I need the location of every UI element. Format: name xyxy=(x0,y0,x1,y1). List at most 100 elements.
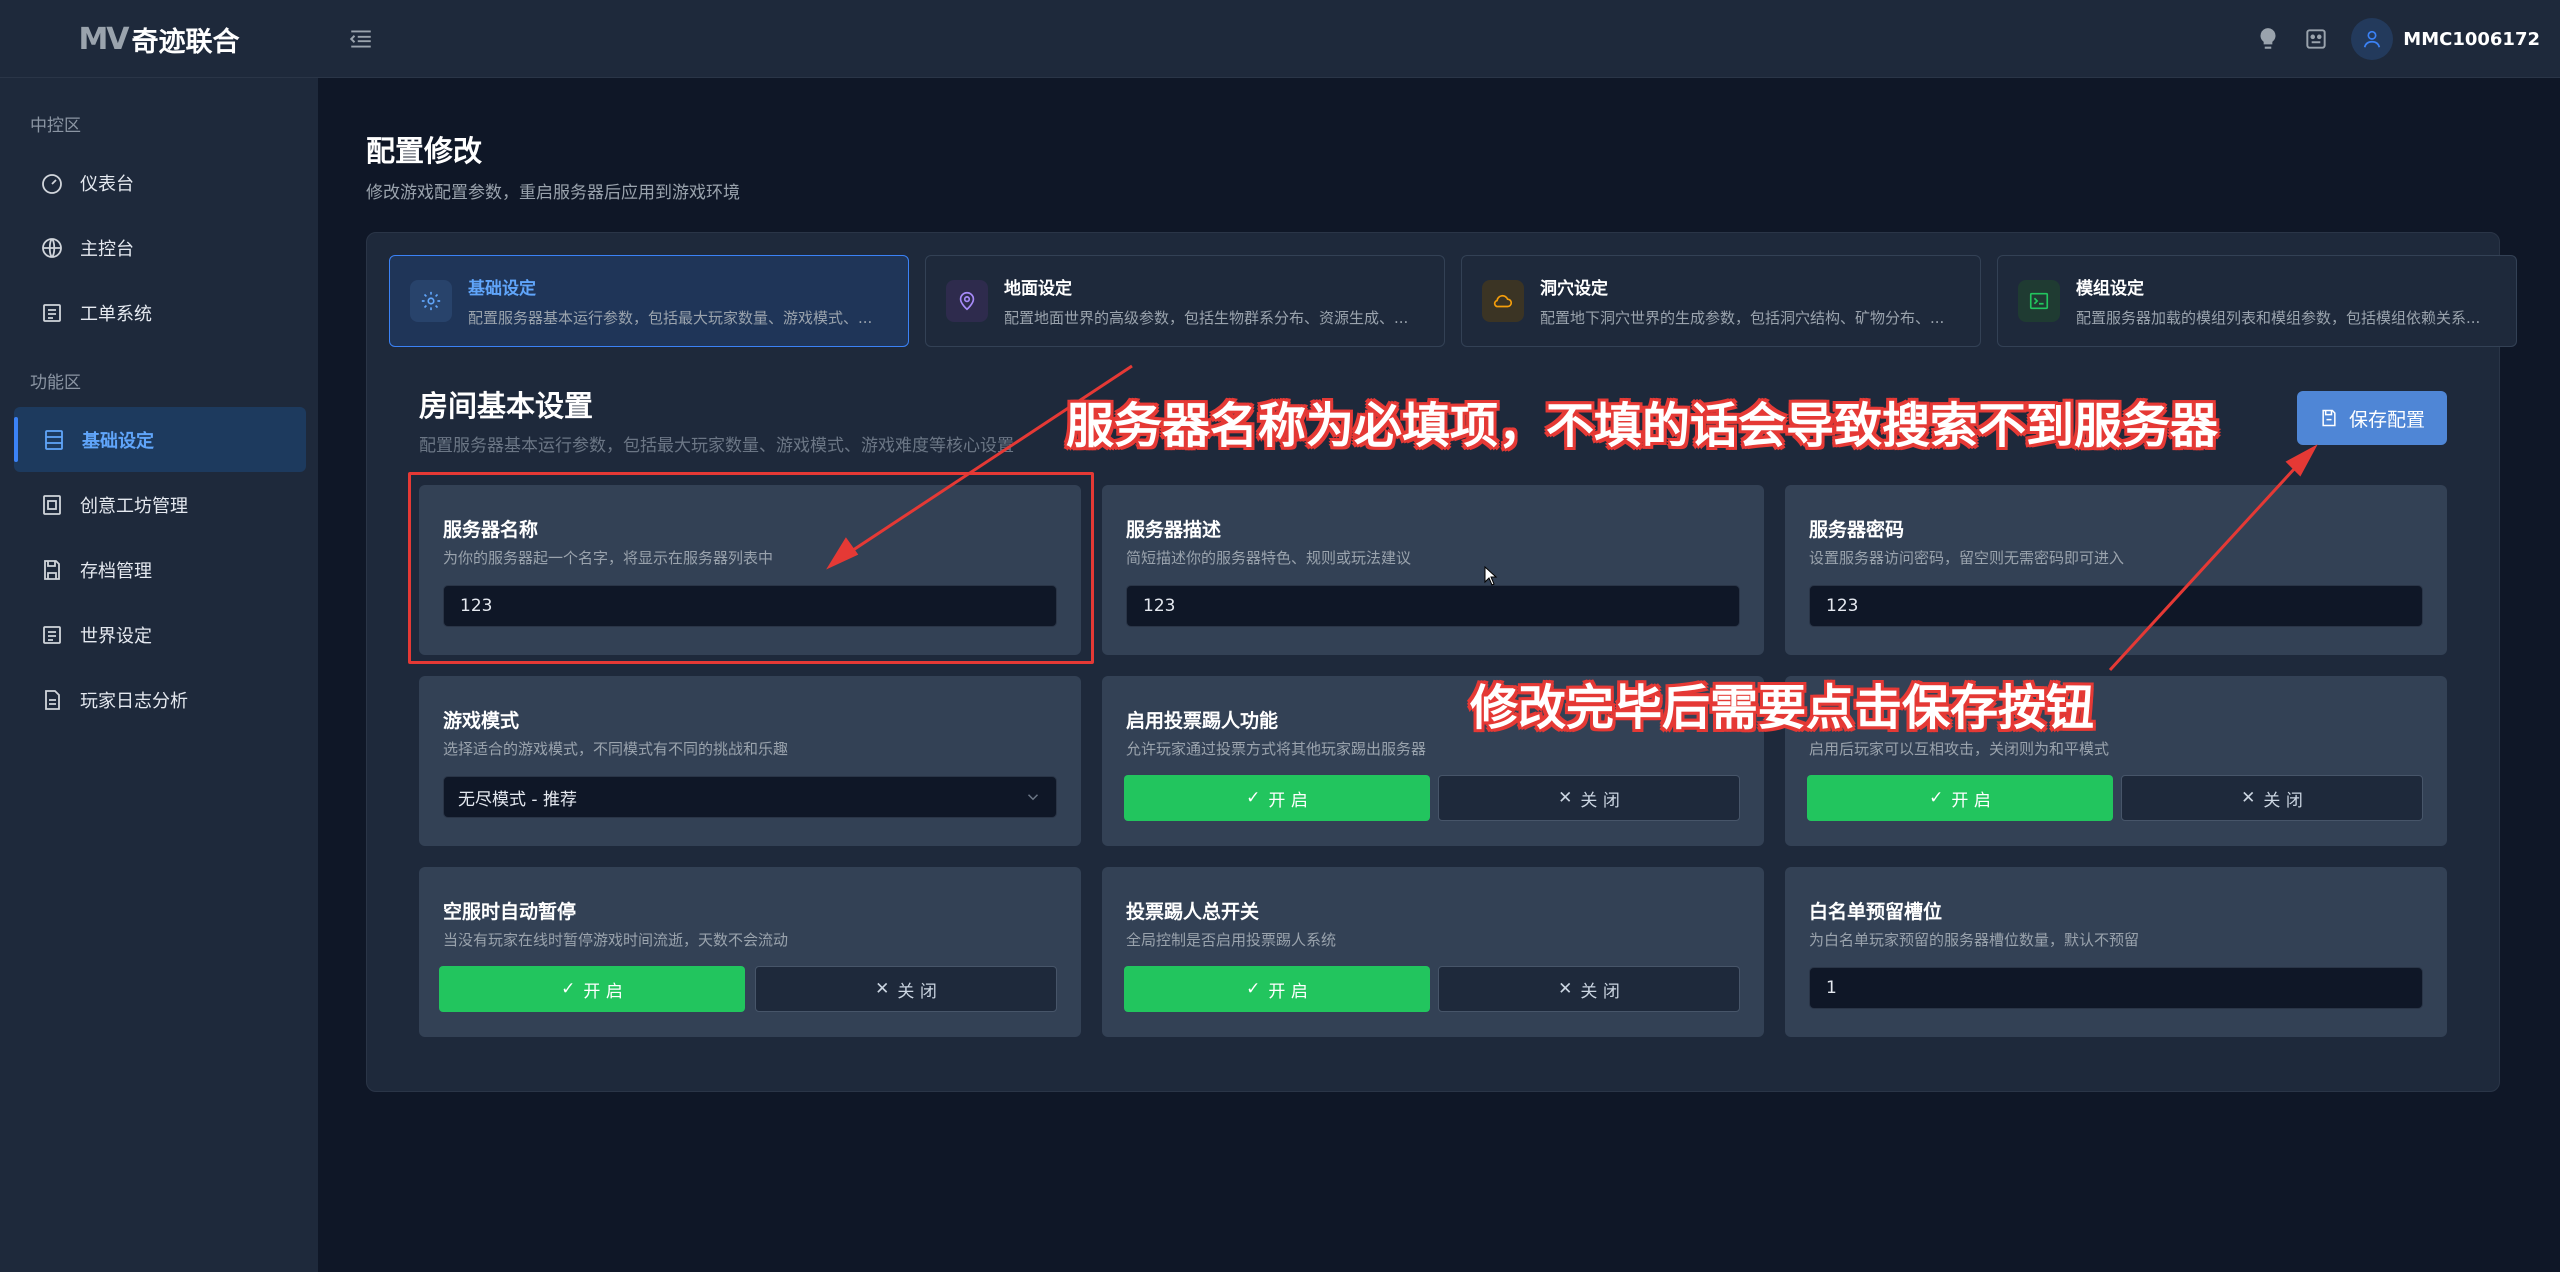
field-desc: 为白名单玩家预留的服务器槽位数量，默认不预留 xyxy=(1809,931,2140,949)
field-desc: 启用后玩家可以互相攻击，关闭则为和平模式 xyxy=(1809,740,2110,758)
auto-pause-on-button[interactable]: ✓ 开 启 xyxy=(439,966,745,1012)
page-title: 配置修改 xyxy=(366,134,483,168)
toggle-on-label: 开 启 xyxy=(1268,790,1308,811)
sidebar-item-label: 世界设定 xyxy=(80,625,152,647)
field-title: 服务器描述 xyxy=(1126,519,1222,541)
annotation-click-save: 修改完毕后需要点击保存按钮 xyxy=(1470,680,2095,736)
terminal-icon xyxy=(2018,280,2060,322)
user-icon xyxy=(2364,30,2381,48)
game-mode-select[interactable]: 无尽模式 - 推荐 xyxy=(443,776,1057,818)
sidebar-item-label: 主控台 xyxy=(80,238,134,260)
sidebar-item-label: 创意工坊管理 xyxy=(80,495,188,517)
logo[interactable]: MV 奇迹联合 xyxy=(0,0,318,78)
sidebar-item-workshop[interactable]: 创意工坊管理 xyxy=(0,472,318,537)
server-desc-card: 服务器描述 简短描述你的服务器特色、规则或玩法建议 123 xyxy=(1102,485,1764,655)
vote-kick-master-card: 投票踢人总开关 全局控制是否启用投票踢人系统 ✓ 开 启 ✕ 关 闭 xyxy=(1102,867,1764,1037)
workshop-icon xyxy=(43,494,61,515)
field-desc: 简短描述你的服务器特色、规则或玩法建议 xyxy=(1126,549,1412,567)
save-config-button[interactable]: 保存配置 xyxy=(2297,391,2447,445)
annotation-highlight-box xyxy=(408,472,1094,664)
save-icon xyxy=(44,559,60,580)
toggle-on-label: 开 启 xyxy=(1951,790,1991,811)
sidebar-item-console[interactable]: 主控台 xyxy=(0,215,318,280)
auto-pause-card: 空服时自动暂停 当没有玩家在线时暂停游戏时间流逝，天数不会流动 ✓ 开 启 ✕ … xyxy=(419,867,1081,1037)
field-desc: 允许玩家通过投票方式将其他玩家踢出服务器 xyxy=(1126,740,1427,758)
toggle-on-label: 开 启 xyxy=(583,981,623,1002)
sidebar-item-label: 玩家日志分析 xyxy=(80,690,188,712)
globe-icon xyxy=(42,237,62,258)
save-config-label: 保存配置 xyxy=(2348,408,2425,431)
sidebar-item-label: 存档管理 xyxy=(80,560,152,582)
vote-kick-on-button[interactable]: ✓ 开 启 xyxy=(1124,775,1430,821)
tab-cave-settings[interactable]: 洞穴设定 配置地下洞穴世界的生成参数，包括洞穴结构、矿物分布、... xyxy=(1461,255,1981,347)
sidebar-item-player-logs[interactable]: 玩家日志分析 xyxy=(0,667,318,732)
tab-title: 基础设定 xyxy=(468,279,536,299)
toggle-off-label: 关 闭 xyxy=(1580,981,1620,1002)
config-tabs: 基础设定 配置服务器基本运行参数，包括最大玩家数量、游戏模式、... 地面设定 … xyxy=(389,255,2517,347)
auto-pause-off-button[interactable]: ✕ 关 闭 xyxy=(755,966,1057,1012)
field-title: 白名单预留槽位 xyxy=(1809,901,1943,923)
robot-icon[interactable] xyxy=(2303,26,2329,52)
vote-kick-master-on-button[interactable]: ✓ 开 启 xyxy=(1124,966,1430,1012)
check-icon: ✓ xyxy=(1246,788,1261,808)
section-subtitle: 配置服务器基本运行参数，包括最大玩家数量、游戏模式、游戏难度等核心设置 xyxy=(419,436,1014,456)
sidebar-item-tickets[interactable]: 工单系统 xyxy=(0,280,318,345)
file-icon xyxy=(45,689,60,710)
sidebar-item-world-settings[interactable]: 世界设定 xyxy=(0,602,318,667)
sidebar-section-label: 功能区 xyxy=(30,373,81,393)
pvp-off-button[interactable]: ✕ 关 闭 xyxy=(2121,775,2423,821)
vote-kick-master-off-button[interactable]: ✕ 关 闭 xyxy=(1438,966,1740,1012)
sidebar-item-saves[interactable]: 存档管理 xyxy=(0,537,318,602)
server-desc-input[interactable]: 123 xyxy=(1126,585,1740,627)
close-icon: ✕ xyxy=(1558,979,1573,999)
toggle-off-label: 关 闭 xyxy=(897,981,937,1002)
tab-desc: 配置服务器加载的模组列表和模组参数，包括模组依赖关系... xyxy=(2076,309,2481,327)
chevron-down-icon xyxy=(1027,794,1039,801)
tab-ground-settings[interactable]: 地面设定 配置地面世界的高级参数，包括生物群系分布、资源生成、... xyxy=(925,255,1445,347)
tab-title: 地面设定 xyxy=(1004,279,1072,299)
server-password-card: 服务器密码 设置服务器访问密码，留空则无需密码即可进入 123 xyxy=(1785,485,2447,655)
server-password-input[interactable]: 123 xyxy=(1809,585,2423,627)
section-title: 房间基本设置 xyxy=(419,389,594,423)
pvp-on-button[interactable]: ✓ 开 启 xyxy=(1807,775,2113,821)
whitelist-slots-input[interactable]: 1 xyxy=(1809,967,2423,1009)
sidebar-item-label: 仪表台 xyxy=(80,173,134,195)
lightbulb-icon[interactable] xyxy=(2255,26,2281,52)
field-title: 启用投票踢人功能 xyxy=(1126,710,1279,732)
tab-desc: 配置服务器基本运行参数，包括最大玩家数量、游戏模式、... xyxy=(468,309,873,327)
close-icon: ✕ xyxy=(1558,788,1573,808)
whitelist-slots-card: 白名单预留槽位 为白名单玩家预留的服务器槽位数量，默认不预留 1 xyxy=(1785,867,2447,1037)
gear-icon xyxy=(410,280,452,322)
sidebar-item-label: 工单系统 xyxy=(80,303,152,325)
toggle-off-label: 关 闭 xyxy=(2263,790,2303,811)
logo-name: 奇迹联合 xyxy=(131,26,240,58)
sidebar-item-label: 基础设定 xyxy=(82,430,154,452)
tab-title: 模组设定 xyxy=(2076,279,2144,299)
avatar[interactable] xyxy=(2351,18,2394,60)
mouse-cursor-icon xyxy=(1484,566,1498,586)
sidebar-item-basic-settings[interactable]: 基础设定 xyxy=(14,407,306,472)
vote-kick-off-button[interactable]: ✕ 关 闭 xyxy=(1438,775,1740,821)
field-desc: 设置服务器访问密码，留空则无需密码即可进入 xyxy=(1809,549,2125,567)
check-icon: ✓ xyxy=(1929,788,1944,808)
tab-mod-settings[interactable]: 模组设定 配置服务器加载的模组列表和模组参数，包括模组依赖关系... xyxy=(1997,255,2517,347)
check-icon: ✓ xyxy=(561,979,576,999)
tab-desc: 配置地下洞穴世界的生成参数，包括洞穴结构、矿物分布、... xyxy=(1540,309,1945,327)
gauge-icon xyxy=(42,173,62,194)
username[interactable]: MMC1006172 xyxy=(2403,29,2540,50)
menu-collapse-icon[interactable] xyxy=(348,26,374,52)
check-icon: ✓ xyxy=(1246,979,1261,999)
field-title: 空服时自动暂停 xyxy=(443,901,577,923)
map-pin-icon xyxy=(946,280,988,322)
sidebar-item-dashboard[interactable]: 仪表台 xyxy=(0,150,318,215)
field-title: 投票踢人总开关 xyxy=(1126,901,1260,923)
field-desc: 当没有玩家在线时暂停游戏时间流逝，天数不会流动 xyxy=(443,931,789,949)
annotation-name-required: 服务器名称为必填项，不填的话会导致搜索不到服务器 xyxy=(1066,398,2219,454)
logo-mark: MV xyxy=(78,21,129,57)
list-icon xyxy=(43,303,61,322)
server-icon xyxy=(45,429,63,450)
close-icon: ✕ xyxy=(2241,788,2256,808)
tab-basic-settings[interactable]: 基础设定 配置服务器基本运行参数，包括最大玩家数量、游戏模式、... xyxy=(389,255,909,347)
field-desc: 全局控制是否启用投票踢人系统 xyxy=(1126,931,1337,949)
toggle-off-label: 关 闭 xyxy=(1580,790,1620,811)
